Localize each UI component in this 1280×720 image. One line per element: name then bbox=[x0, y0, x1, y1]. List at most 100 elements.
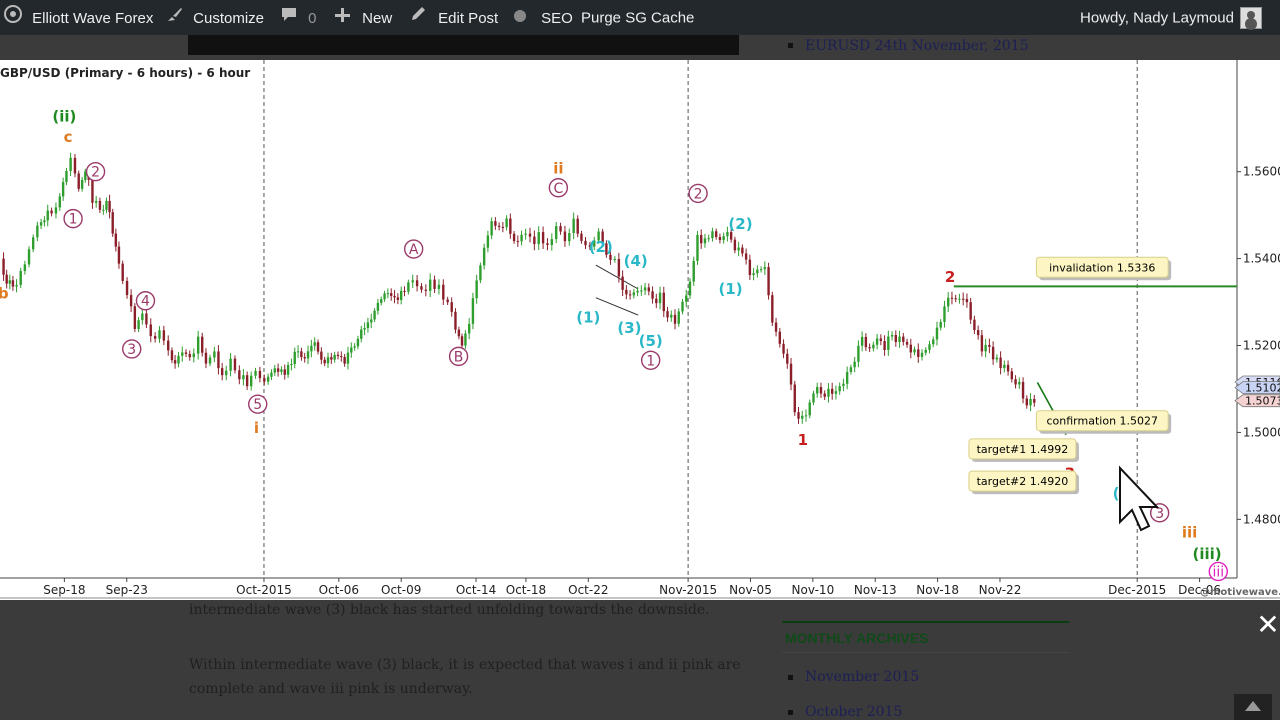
wave-label: (2) bbox=[728, 215, 752, 233]
site-name-item[interactable]: Elliott Wave Forex bbox=[4, 0, 153, 35]
seo-label: SEO bbox=[541, 9, 573, 27]
candle-body bbox=[149, 324, 152, 337]
x-tick-label: Dec-2015 bbox=[1108, 583, 1166, 597]
wave-label: ii bbox=[553, 160, 563, 178]
wave-label: (1) bbox=[576, 308, 600, 326]
wave-label: (4) bbox=[624, 252, 648, 270]
candle-body bbox=[80, 179, 84, 189]
site-name: Elliott Wave Forex bbox=[32, 9, 154, 27]
archive-link-november[interactable]: November 2015 bbox=[805, 669, 919, 685]
candle-body bbox=[621, 276, 624, 290]
candle-body bbox=[958, 298, 961, 300]
candle-body bbox=[797, 412, 800, 419]
level-box-label: target#1 1.4992 bbox=[977, 443, 1069, 456]
wave-label: 1 bbox=[646, 353, 655, 369]
candle-body bbox=[898, 336, 901, 343]
my-account-item[interactable]: Howdy, Nady Laymoud bbox=[1080, 0, 1234, 35]
candle-body bbox=[31, 237, 35, 250]
candle-body bbox=[913, 349, 916, 353]
candle-body bbox=[677, 311, 680, 324]
comment-bubble-icon bbox=[280, 1, 298, 36]
wave-label: b bbox=[0, 284, 9, 302]
candle-body bbox=[129, 295, 133, 307]
candle-body bbox=[860, 336, 864, 346]
candle-body bbox=[793, 384, 796, 413]
candle-body bbox=[707, 238, 710, 240]
candle-body bbox=[158, 330, 161, 339]
candle-body bbox=[137, 320, 140, 329]
candle-body bbox=[920, 352, 924, 357]
y-tick-label: 1.56000 bbox=[1239, 165, 1280, 179]
level-box-label: target#2 1.4920 bbox=[977, 475, 1069, 488]
new-item[interactable]: New bbox=[334, 0, 392, 35]
candle-body bbox=[170, 350, 174, 361]
candle-body bbox=[46, 210, 49, 221]
candle-body bbox=[494, 221, 497, 226]
candle-body bbox=[460, 336, 464, 346]
candle-body bbox=[450, 302, 453, 312]
x-tick-label: Oct-18 bbox=[506, 583, 546, 597]
triangle-line bbox=[595, 297, 639, 316]
candle-body bbox=[399, 290, 403, 300]
candle-body bbox=[65, 170, 68, 183]
candle-body bbox=[39, 222, 43, 226]
candle-body bbox=[428, 279, 432, 291]
widget-divider bbox=[782, 621, 1069, 623]
candle-body bbox=[512, 233, 516, 242]
candle-body bbox=[528, 233, 532, 237]
candle-body bbox=[350, 347, 353, 353]
scroll-to-top-button[interactable] bbox=[1234, 694, 1272, 720]
candle-body bbox=[208, 357, 212, 364]
wave-label: 1 bbox=[798, 431, 808, 449]
candle-body bbox=[125, 280, 129, 296]
candle-body bbox=[572, 218, 575, 234]
candle-body bbox=[801, 415, 804, 419]
candle-body bbox=[273, 368, 276, 373]
archive-link-october[interactable]: October 2015 bbox=[805, 704, 902, 720]
x-tick-label: Sep-18 bbox=[43, 583, 85, 597]
candle-body bbox=[360, 329, 363, 339]
candle-body bbox=[196, 336, 200, 354]
candle-body bbox=[1010, 371, 1014, 380]
candle-body bbox=[812, 393, 815, 403]
candle-body bbox=[969, 302, 972, 320]
candle-body bbox=[905, 341, 909, 345]
archives-widget-title: MONTHLY ARCHIVES bbox=[785, 630, 929, 646]
candle-body bbox=[343, 357, 346, 364]
candle-body bbox=[5, 274, 8, 284]
candle-body bbox=[27, 249, 31, 265]
candle-body bbox=[509, 218, 512, 234]
candle-body bbox=[346, 352, 350, 364]
candle-body bbox=[816, 387, 819, 394]
candle-body bbox=[834, 391, 838, 394]
y-tick-label: 1.48000 bbox=[1239, 512, 1280, 526]
candle-body bbox=[1006, 364, 1010, 372]
lightbox-close-icon[interactable]: ✕ bbox=[1256, 610, 1280, 640]
candle-body bbox=[290, 364, 293, 366]
avatar[interactable] bbox=[1240, 7, 1262, 29]
chart-svg: GBP/USD (Primary - 6 hours) - 6 hour Sep… bbox=[0, 60, 1280, 599]
candle-body bbox=[771, 295, 774, 323]
sidebar-post-link[interactable]: EURUSD 24th November, 2015 bbox=[805, 38, 1029, 54]
comments-item[interactable]: 0 bbox=[280, 0, 317, 35]
customize-item[interactable]: Customize bbox=[165, 0, 264, 35]
candle-body bbox=[991, 346, 995, 360]
chart-title: GBP/USD (Primary - 6 hours) - 6 hour bbox=[0, 66, 250, 80]
candle-body bbox=[15, 284, 18, 287]
purge-cache-item[interactable]: Purge SG Cache bbox=[581, 0, 694, 35]
x-tick-label: Nov-10 bbox=[792, 583, 835, 597]
chart-lightbox-image: GBP/USD (Primary - 6 hours) - 6 hour Sep… bbox=[0, 60, 1280, 600]
candle-body bbox=[497, 225, 501, 227]
y-tick-label: 1.52000 bbox=[1239, 339, 1280, 353]
candle-body bbox=[965, 299, 969, 303]
candle-body bbox=[584, 240, 587, 246]
seo-item[interactable]: SEO bbox=[513, 0, 573, 35]
list-bullet bbox=[788, 43, 793, 48]
candle-body bbox=[804, 415, 808, 417]
candle-body bbox=[868, 347, 871, 349]
candle-body bbox=[121, 263, 124, 281]
edit-post-item[interactable]: Edit Post bbox=[409, 0, 498, 35]
candle-body bbox=[415, 280, 419, 287]
candle-body bbox=[733, 239, 737, 251]
candle-body bbox=[303, 357, 306, 359]
